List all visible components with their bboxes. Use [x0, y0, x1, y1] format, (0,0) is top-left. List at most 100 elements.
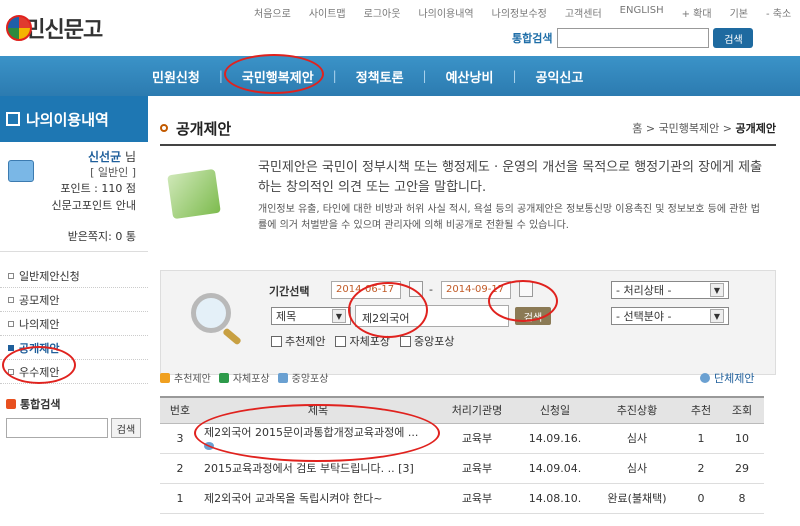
util-link-english[interactable]: ENGLISH [611, 5, 673, 20]
logo-mark-icon [6, 15, 32, 41]
row-number: 3 [160, 423, 200, 454]
row-number: 1 [160, 483, 200, 514]
row-views: 29 [720, 453, 764, 484]
row-recommend: 0 [682, 483, 720, 514]
utility-links: 처음으로 사이트맵 로그아웃 나의이용내역 나의정보수정 고객센터 ENGLIS… [245, 5, 800, 20]
zoom-reset-button[interactable]: 기본 [721, 5, 757, 20]
main-nav: 민원신청 | 국민행복제안 | 정책토론 | 예산낭비 | 공익신고 [0, 56, 800, 96]
sidebar: 나의이용내역 신선균 님 [ 일반인 ] 포인트 : 110 점 신문고포인트 … [0, 96, 148, 526]
site-logo[interactable]: 국민신문고 [6, 10, 136, 46]
zoom-in-button[interactable]: + 확대 [673, 5, 721, 20]
page-title: 공개제안 [160, 118, 231, 139]
user-name: 신선균 님 [88, 148, 136, 165]
bullet-icon [8, 344, 14, 351]
breadcrumb-home[interactable]: 홈 [632, 122, 642, 135]
point-info-link[interactable]: 신문고포인트 안내 [52, 197, 136, 213]
user-profile: 신선균 님 [ 일반인 ] 포인트 : 110 점 신문고포인트 안내 받은쪽지… [0, 142, 148, 252]
global-search-label: 통합검색 [512, 32, 553, 45]
group-proposal-link[interactable]: 단체제안 [700, 370, 754, 386]
row-status: 심사 [592, 423, 682, 454]
search-filter-panel: 기간선택 2014-06-17 - 2014-09-17 제목 ▼ 제2외국어 검… [160, 270, 776, 375]
row-status: 심사 [592, 453, 682, 484]
sidebar-item-label: 일반제안신청 [19, 269, 80, 283]
legend-label: 중앙포상 [291, 374, 329, 385]
status-select[interactable]: - 처리상태 - ▼ [611, 281, 729, 299]
filter-checkboxes: 추천제안 자체포상 중앙포상 [271, 333, 454, 349]
user-level: [ 일반인 ] [90, 166, 136, 179]
bullet-icon [8, 320, 14, 327]
sidebar-item-contest-proposal[interactable]: 공모제안 [0, 288, 148, 312]
recommended-checkbox[interactable]: 추천제안 [271, 333, 325, 349]
category-select[interactable]: - 선택분야 - ▼ [611, 307, 729, 325]
page-title-bar: 공개제안 홈 > 국민행복제안 > 공개제안 [160, 112, 776, 146]
row-recommend: 2 [682, 453, 720, 484]
star-icon [160, 372, 170, 383]
intro-section: 국민제안은 국민이 정부시책 또는 행정제도 · 운영의 개선을 목적으로 행정… [160, 146, 776, 248]
checkbox-icon [399, 335, 411, 347]
sidebar-search: 통합검색 검색 [0, 396, 148, 438]
page-title-text: 공개제안 [176, 119, 232, 138]
proposal-illustration-icon [167, 168, 221, 220]
category-select-value: - 선택분야 - [616, 310, 672, 323]
breadcrumb: 홈 > 국민행복제안 > 공개제안 [632, 122, 776, 135]
breadcrumb-proposal[interactable]: 국민행복제안 [659, 122, 720, 135]
global-search: 통합검색 검색 [512, 28, 754, 48]
col-header-number: 번호 [160, 396, 200, 424]
sidebar-search-input[interactable] [6, 418, 108, 438]
util-link-my-info[interactable]: 나의정보수정 [483, 5, 556, 20]
breadcrumb-current: 공개제안 [735, 122, 776, 135]
intro-note: 개인정보 유출, 타인에 대한 비방과 허위 사실 적시, 욕설 등의 공개제안… [258, 204, 760, 231]
bullet-icon [8, 272, 14, 279]
row-views: 10 [720, 423, 764, 454]
col-header-status: 추진상황 [592, 396, 682, 424]
nav-item-policy-debate[interactable]: 정책토론 [337, 67, 423, 86]
col-header-views: 조회 [720, 396, 764, 424]
row-title-link[interactable]: 제2외국어 교과목을 독립시켜야 한다~ [200, 483, 436, 514]
annotation-mark [348, 282, 428, 338]
util-link-home[interactable]: 처음으로 [245, 5, 300, 20]
award-icon [218, 372, 229, 383]
sidebar-item-label: 공모제안 [19, 293, 60, 307]
sidebar-search-button[interactable]: 검색 [111, 418, 141, 438]
user-name-value: 신선균 [88, 150, 122, 164]
central-award-checkbox[interactable]: 중앙포상 [399, 333, 455, 349]
annotation-mark [488, 280, 558, 322]
received-messages-link[interactable]: 받은쪽지: 0 통 [68, 228, 136, 244]
sidebar-item-my-proposal[interactable]: 나의제안 [0, 312, 148, 336]
util-link-support[interactable]: 고객센터 [556, 5, 611, 20]
sidebar-title: 나의이용내역 [0, 96, 148, 142]
zoom-out-button[interactable]: - 축소 [757, 5, 800, 20]
legend-item-self-award: 자체포상 [218, 370, 270, 385]
global-search-button[interactable]: 검색 [713, 28, 754, 48]
chevron-down-icon: ▼ [710, 309, 724, 323]
user-name-suffix: 님 [124, 150, 136, 164]
top-bar: 국민신문고 처음으로 사이트맵 로그아웃 나의이용내역 나의정보수정 고객센터 … [0, 0, 800, 56]
sidebar-search-label-text: 통합검색 [20, 398, 61, 411]
util-link-my-history[interactable]: 나의이용내역 [409, 5, 482, 20]
row-recommend: 1 [682, 423, 720, 454]
checkbox-label: 중앙포상 [413, 335, 455, 348]
util-link-logout[interactable]: 로그아웃 [355, 5, 410, 20]
document-icon [6, 112, 20, 126]
util-link-sitemap[interactable]: 사이트맵 [300, 5, 355, 20]
nav-item-complaint[interactable]: 민원신청 [133, 67, 219, 86]
search-field-select-value: 제목 [276, 310, 297, 323]
nav-item-public-report[interactable]: 공익신고 [516, 67, 602, 86]
annotation-mark [224, 54, 324, 94]
search-field-select[interactable]: 제목 ▼ [271, 307, 351, 325]
award-icon [277, 372, 288, 383]
row-date: 14.09.16. [518, 423, 592, 454]
sidebar-item-general-proposal[interactable]: 일반제안신청 [0, 264, 148, 288]
computer-icon [8, 160, 34, 182]
legend-label: 자체포상 [232, 374, 270, 385]
annotation-mark [194, 404, 440, 462]
sidebar-search-label: 통합검색 [6, 396, 148, 412]
nav-item-budget-waste[interactable]: 예산낭비 [427, 67, 513, 86]
row-org: 교육부 [436, 453, 518, 484]
global-search-input[interactable] [557, 28, 710, 48]
row-number: 2 [160, 453, 200, 484]
col-header-org: 처리기관명 [436, 396, 518, 424]
date-range-dash: - [429, 283, 433, 296]
checkbox-label: 추천제안 [285, 335, 326, 348]
sidebar-title-text: 나의이용내역 [26, 110, 109, 129]
